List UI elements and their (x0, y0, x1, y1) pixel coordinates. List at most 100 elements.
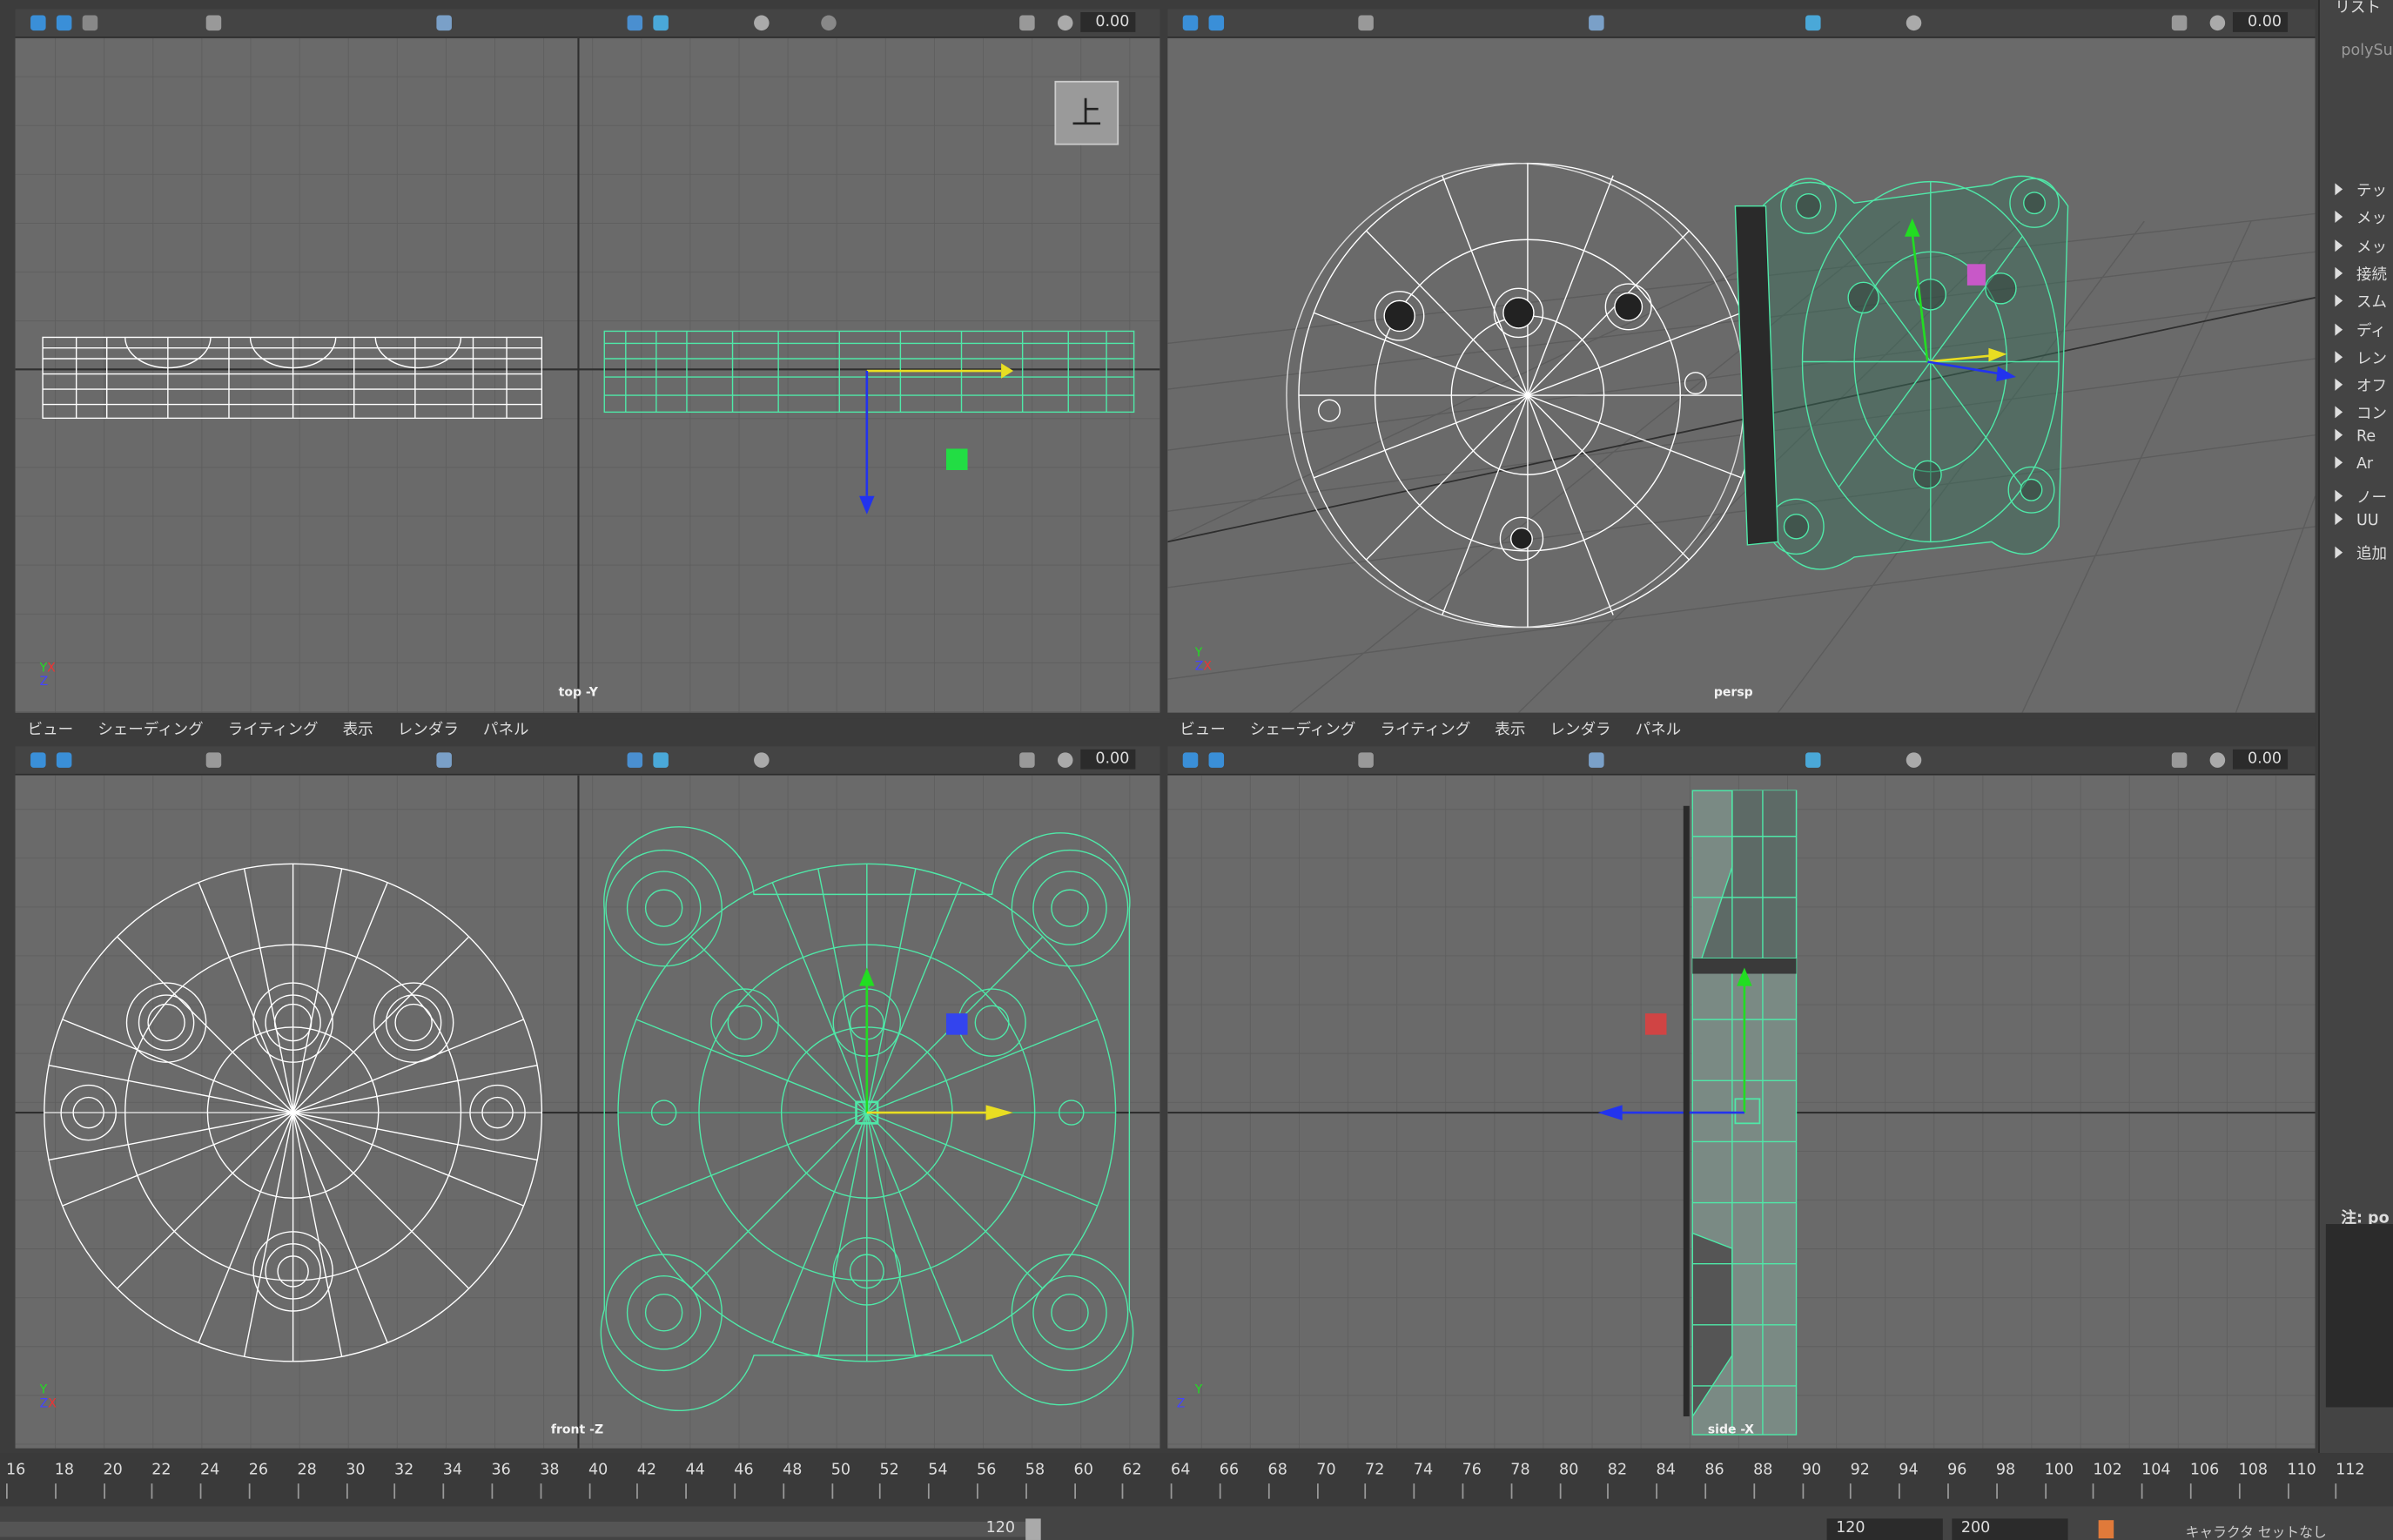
lights-icon[interactable] (1906, 15, 1922, 31)
exposure-icon[interactable] (1057, 15, 1073, 31)
attribute-section[interactable]: UU (2335, 512, 2379, 529)
time-tick-label: 96 (1947, 1462, 1967, 1479)
xray-icon[interactable] (2171, 752, 2188, 768)
isolate-icon[interactable] (821, 15, 837, 31)
exposure-icon[interactable] (1057, 752, 1073, 768)
ipr-icon[interactable] (1208, 752, 1225, 768)
attribute-section[interactable]: ノー (2335, 484, 2387, 508)
lights-icon[interactable] (1906, 752, 1922, 768)
range-track[interactable] (0, 1521, 1039, 1537)
menu-panels[interactable]: パネル (1636, 719, 1682, 743)
ipr-icon[interactable] (1208, 15, 1225, 31)
smooth-shade-icon[interactable] (653, 15, 669, 31)
snapshot-icon[interactable] (82, 15, 98, 31)
side-view-scene (1167, 775, 2316, 1449)
attribute-section[interactable]: 接続 (2335, 261, 2387, 284)
xray-icon[interactable] (1019, 15, 1035, 31)
wireframe-icon[interactable] (627, 15, 643, 31)
exposure-field[interactable]: 0.00 (2232, 749, 2289, 770)
viewport-canvas[interactable]: side -X YZ (1167, 775, 2316, 1449)
time-tick-mark (1025, 1483, 1027, 1499)
render-icon[interactable] (1182, 15, 1199, 31)
time-tick-label: 108 (2238, 1462, 2269, 1479)
ipr-icon[interactable] (56, 15, 72, 31)
attribute-section[interactable]: レン (2335, 345, 2387, 367)
attribute-section[interactable]: テッ (2335, 177, 2387, 200)
xray-icon[interactable] (1019, 752, 1035, 768)
character-set-icon[interactable] (2098, 1520, 2114, 1539)
viewport-canvas[interactable]: persp Y ZX (1167, 37, 2316, 713)
time-tick-label: 56 (977, 1462, 997, 1479)
menu-renderer[interactable]: レンダラ (1549, 719, 1610, 743)
exposure-field[interactable]: 0.00 (2232, 12, 2289, 32)
viewport-top[interactable]: 0.00 上 top -Y YX Z (15, 0, 1160, 713)
attribute-section[interactable]: コン (2335, 400, 2387, 423)
exposure-field[interactable]: 0.00 (1080, 12, 1136, 32)
render-icon[interactable] (30, 15, 46, 31)
lights-icon[interactable] (754, 15, 770, 31)
range-max-field[interactable]: 200 (1952, 1518, 2068, 1540)
viewport-front[interactable]: ビュー シェーディング ライティング 表示 レンダラ パネル 0.00 fron… (15, 718, 1160, 1449)
menu-shading[interactable]: シェーディング (1250, 719, 1356, 743)
menu-renderer[interactable]: レンダラ (398, 719, 459, 743)
attribute-section[interactable]: スム (2335, 289, 2387, 312)
smooth-shade-icon[interactable] (1805, 15, 1821, 31)
grid-icon[interactable] (1589, 752, 1604, 768)
grid-icon[interactable] (436, 15, 452, 31)
menu-view[interactable]: ビュー (1180, 719, 1226, 743)
camera-icon[interactable] (205, 752, 222, 768)
render-icon[interactable] (1182, 752, 1199, 768)
camera-icon[interactable] (205, 15, 222, 31)
camera-icon[interactable] (1358, 15, 1374, 31)
viewport-menubar: ビュー シェーディング ライティング 表示 レンダラ パネル (1167, 718, 2316, 743)
attribute-section[interactable]: メッ (2335, 233, 2387, 256)
attribute-section[interactable]: ディ (2335, 317, 2386, 340)
viewport-persp[interactable]: 0.00 persp Y ZX (1167, 0, 2316, 713)
wireframe-icon[interactable] (627, 752, 643, 768)
viewport-canvas[interactable]: 上 top -Y YX Z (15, 37, 1160, 713)
attribute-section[interactable]: 追加 (2335, 540, 2387, 563)
menu-view[interactable]: ビュー (28, 719, 74, 743)
time-tick-label: 44 (685, 1462, 705, 1479)
viewport-canvas[interactable]: front -Z Y ZX (15, 775, 1160, 1449)
section-label: ディ (2356, 322, 2386, 340)
grid-icon[interactable] (1589, 15, 1604, 31)
character-set-dropdown[interactable]: キャラクタ セットなし (2186, 1522, 2327, 1540)
menu-lighting[interactable]: ライティング (1380, 719, 1470, 743)
attribute-section[interactable]: メッ (2335, 205, 2387, 228)
exposure-field[interactable]: 0.00 (1080, 749, 1136, 770)
range-handle[interactable] (1025, 1518, 1041, 1540)
range-end-field[interactable]: 120 (1826, 1518, 1943, 1540)
menu-show[interactable]: 表示 (1495, 719, 1525, 743)
lights-icon[interactable] (754, 752, 770, 768)
front-view-scene (15, 775, 1160, 1449)
note-area[interactable] (2325, 1224, 2393, 1408)
node-name-field[interactable]: polySu (2341, 43, 2392, 59)
grid-icon[interactable] (436, 752, 452, 768)
panel-header[interactable]: リスト (2335, 0, 2381, 17)
time-tick-mark (199, 1483, 202, 1499)
menu-lighting[interactable]: ライティング (228, 719, 319, 743)
viewport-side[interactable]: ビュー シェーディング ライティング 表示 レンダラ パネル 0.00 side… (1167, 718, 2316, 1449)
render-icon[interactable] (30, 752, 46, 768)
attribute-section[interactable]: オフ (2335, 373, 2387, 395)
viewcube[interactable]: 上 (1054, 80, 1119, 145)
range-slider[interactable]: 120 120 200 キャラクタ セットなし (0, 1506, 2393, 1540)
menu-show[interactable]: 表示 (343, 719, 373, 743)
attribute-section[interactable]: Ar (2335, 456, 2373, 473)
camera-icon[interactable] (1358, 752, 1374, 768)
menu-shading[interactable]: シェーディング (97, 719, 204, 743)
smooth-shade-icon[interactable] (1805, 752, 1821, 768)
attribute-section[interactable]: Re (2335, 428, 2376, 445)
time-tick-mark (1316, 1483, 1319, 1499)
time-tick-label: 94 (1899, 1462, 1919, 1479)
exposure-icon[interactable] (2209, 15, 2226, 31)
menu-panels[interactable]: パネル (483, 719, 529, 743)
time-tick-mark (1995, 1483, 1998, 1499)
ipr-icon[interactable] (56, 752, 72, 768)
smooth-shade-icon[interactable] (653, 752, 669, 768)
time-tick-label: 48 (783, 1462, 803, 1479)
xray-icon[interactable] (2171, 15, 2188, 31)
time-slider[interactable]: 16 18 20 22 24 26 28 30 32 34 36 38 40 42 44 46 48 50 52 54… (0, 1453, 2393, 1507)
exposure-icon[interactable] (2209, 752, 2226, 768)
